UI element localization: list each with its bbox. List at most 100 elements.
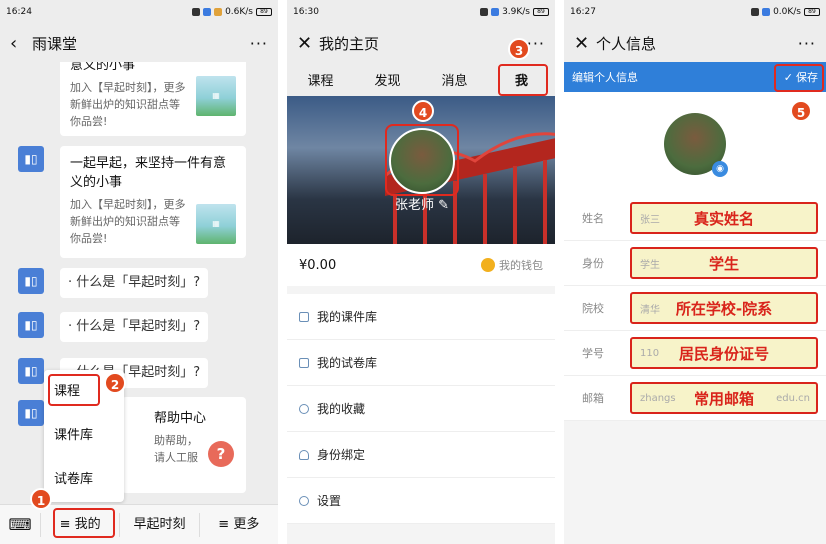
bot-avatar-icon: ▮▯ [18, 268, 44, 294]
article-card[interactable]: 意义的小事 加入【早起时刻】，更多新鲜出炉的知识甜点等你品尝! ▦ [60, 62, 246, 136]
edit-pencil-icon: ✎ [438, 198, 450, 213]
menu-early-rise[interactable]: 早起时刻 [119, 512, 198, 537]
tab-discover[interactable]: 发现 [354, 70, 421, 89]
courseware-icon [299, 311, 309, 322]
article-card[interactable]: 一起早起，来坚持一件有意义的小事 加入【早起时刻】，更多新鲜出炉的知识甜点等你品… [60, 146, 246, 258]
close-icon[interactable]: ✕ [297, 33, 319, 54]
highlight-me-tab [498, 64, 548, 96]
highlight-mine-menu [53, 508, 115, 538]
popup-item-courseware[interactable]: 课件库 [44, 414, 124, 458]
popup-item-exams[interactable]: 试卷库 [44, 458, 124, 502]
help-center-card[interactable]: 帮助中心 助帮助，请人工服 ? [122, 397, 246, 493]
phone-chat-screen: 16:24 0.6K/s 89 ‹ 雨课堂 ··· 意义的小事 加入【早起时刻】… [0, 0, 278, 544]
field-placeholder: 张三 [640, 214, 660, 226]
menu-item-identity-binding[interactable]: 身份绑定 [287, 432, 555, 478]
name-field[interactable]: 张三 真实姓名 [630, 202, 818, 234]
notification-icon [751, 8, 760, 16]
menu-item-label: 我的课件库 [317, 310, 378, 324]
menu-item-favorites[interactable]: 我的收藏 [287, 386, 555, 432]
highlight-save-button [774, 64, 824, 92]
menu-item-settings[interactable]: 设置 [287, 478, 555, 524]
card-thumbnail-image: ▦ [196, 76, 236, 116]
page-title: 雨课堂 [32, 34, 78, 53]
student-id-field[interactable]: 110 居民身份证号 [630, 337, 818, 369]
camera-icon[interactable]: ◉ [712, 161, 728, 177]
tab-courses[interactable]: 课程 [287, 70, 354, 89]
faq-bubble[interactable]: · 什么是「早起时刻」? [60, 312, 209, 342]
form-row-name: 姓名 张三 真实姓名 [564, 196, 826, 241]
card-thumbnail-image: ▦ [196, 204, 236, 244]
field-annotation: 居民身份证号 [678, 344, 769, 363]
gear-icon [299, 495, 309, 506]
heart-icon [299, 403, 309, 414]
more-icon[interactable]: ··· [798, 34, 816, 53]
status-icons: 0.0K/s 89 [751, 7, 820, 17]
battery-icon: 89 [804, 8, 820, 16]
form-row-identity: 身份 学生 学生 [564, 241, 826, 286]
nav-bar: ‹ 雨课堂 ··· [0, 24, 278, 62]
wallet-row[interactable]: ¥0.00 我的钱包 [287, 244, 555, 286]
field-annotation: 常用邮箱 [693, 389, 754, 408]
more-icon[interactable]: ··· [250, 34, 268, 53]
field-label: 学号 [582, 347, 604, 360]
question-icon: ? [208, 441, 234, 467]
wallet-link[interactable]: 我的钱包 [481, 257, 543, 273]
bot-avatar-icon: ▮▯ [18, 400, 44, 426]
profile-avatar[interactable]: ◉ [664, 113, 728, 177]
field-annotation: 学生 [708, 254, 739, 273]
close-icon[interactable]: ✕ [574, 33, 596, 54]
step-badge-2: 2 [104, 372, 126, 394]
field-label: 院校 [582, 302, 604, 315]
highlight-courses-item [48, 374, 100, 406]
field-placeholder: 清华 [640, 304, 660, 316]
status-icons: 3.9K/s 89 [480, 7, 549, 17]
step-badge-4: 4 [412, 100, 434, 122]
step-badge-3: 3 [508, 38, 530, 60]
field-suffix: edu.cn [776, 392, 810, 404]
status-bar: 16:24 0.6K/s 89 [0, 0, 278, 24]
tutorial-screenshot: 16:24 0.6K/s 89 ‹ 雨课堂 ··· 意义的小事 加入【早起时刻】… [0, 0, 826, 544]
nav-bar: ✕ 个人信息 ··· [564, 24, 826, 62]
page-title: 个人信息 [596, 34, 657, 53]
help-desc: 助帮助，请人工服 [154, 434, 198, 464]
field-label: 身份 [582, 257, 604, 270]
profile-name[interactable]: 张老师 ✎ [395, 194, 449, 213]
back-icon[interactable]: ‹ [10, 33, 32, 54]
field-label: 邮箱 [582, 392, 604, 405]
school-field[interactable]: 清华 所在学校-院系 [630, 292, 818, 324]
battery-icon: 89 [256, 8, 272, 16]
app-icon [203, 8, 212, 16]
network-speed: 0.6K/s [225, 7, 253, 17]
identity-field[interactable]: 学生 学生 [630, 247, 818, 279]
menu-item-courseware-lib[interactable]: 我的课件库 [287, 294, 555, 340]
form-row-email: 邮箱 zhangs 常用邮箱 edu.cn [564, 376, 826, 421]
network-speed: 0.0K/s [773, 7, 801, 17]
user-icon [299, 449, 309, 460]
bot-avatar-icon: ▮▯ [18, 358, 44, 384]
status-time: 16:24 [6, 7, 32, 17]
keyboard-icon[interactable]: ⌨ [0, 515, 40, 534]
tab-messages[interactable]: 消息 [421, 70, 488, 89]
app-icon [214, 8, 223, 16]
field-annotation: 真实姓名 [693, 209, 754, 228]
avatar-section: ◉ [564, 92, 826, 196]
step-badge-5: 5 [790, 100, 812, 122]
menu-item-label: 我的试卷库 [317, 356, 378, 370]
email-field[interactable]: zhangs 常用邮箱 edu.cn [630, 382, 818, 414]
network-speed: 3.9K/s [502, 7, 530, 17]
menu-item-label: 我的收藏 [317, 402, 366, 416]
notification-icon [192, 8, 201, 16]
bot-avatar-icon: ▮▯ [18, 146, 44, 172]
edit-info-label: 编辑个人信息 [572, 71, 638, 84]
page-title: 我的主页 [319, 34, 380, 53]
field-placeholder: 学生 [640, 259, 660, 271]
status-bar: 16:27 0.0K/s 89 [564, 0, 826, 24]
form-row-student-id: 学号 110 居民身份证号 [564, 331, 826, 376]
app-icon [762, 8, 771, 16]
menu-more[interactable]: ≡ 更多 [198, 512, 278, 537]
card-desc: 加入【早起时刻】，更多新鲜出炉的知识甜点等你品尝! [70, 198, 186, 245]
menu-item-label: 身份绑定 [317, 448, 366, 462]
card-title: 一起早起，来坚持一件有意义的小事 [70, 156, 227, 190]
menu-item-exam-lib[interactable]: 我的试卷库 [287, 340, 555, 386]
faq-bubble[interactable]: · 什么是「早起时刻」? [60, 268, 209, 298]
